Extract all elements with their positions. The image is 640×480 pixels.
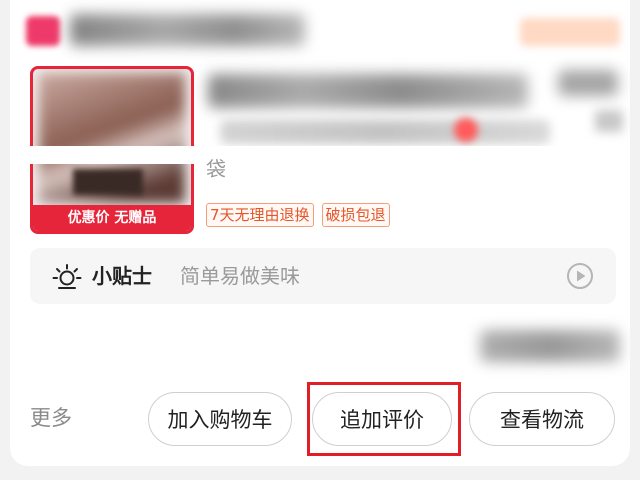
order-card: 优惠价 无赠品 袋 7天无理由退换 破损包退 小贴士 简单易做美味 更多 加入购…: [10, 0, 630, 466]
light-bulb-icon: [52, 264, 82, 289]
product-title-blurred[interactable]: [208, 74, 528, 108]
tip-text: 简单易做美味: [180, 264, 300, 288]
product-spec-blurred: [220, 120, 550, 144]
quantity-blurred: [595, 110, 623, 132]
spec-divider: [10, 146, 630, 164]
more-link[interactable]: 更多: [30, 404, 72, 432]
tip-bar[interactable]: 小贴士 简单易做美味: [30, 248, 616, 304]
service-tag-return: 7天无理由退换: [206, 203, 314, 227]
service-tag-damage: 破损包退: [321, 203, 390, 227]
shop-name-blurred[interactable]: [70, 14, 305, 46]
add-to-cart-button[interactable]: 加入购物车: [148, 392, 292, 446]
play-icon[interactable]: [566, 262, 594, 290]
spec-marker-blurred: [454, 118, 478, 142]
order-total-blurred: [480, 330, 620, 362]
view-logistics-button[interactable]: 查看物流: [469, 392, 615, 446]
tip-title: 小贴士: [92, 264, 152, 288]
shop-logo: [26, 16, 60, 46]
service-tags: 7天无理由退换 破损包退: [206, 203, 390, 227]
add-review-button[interactable]: 追加评价: [312, 392, 452, 446]
product-photo-detail: [73, 169, 143, 195]
product-price-blurred: [558, 70, 618, 96]
product-spec-tail: 袋: [206, 157, 226, 181]
promo-banner: 优惠价 无赠品: [33, 205, 191, 231]
order-status-blurred: [520, 18, 620, 46]
